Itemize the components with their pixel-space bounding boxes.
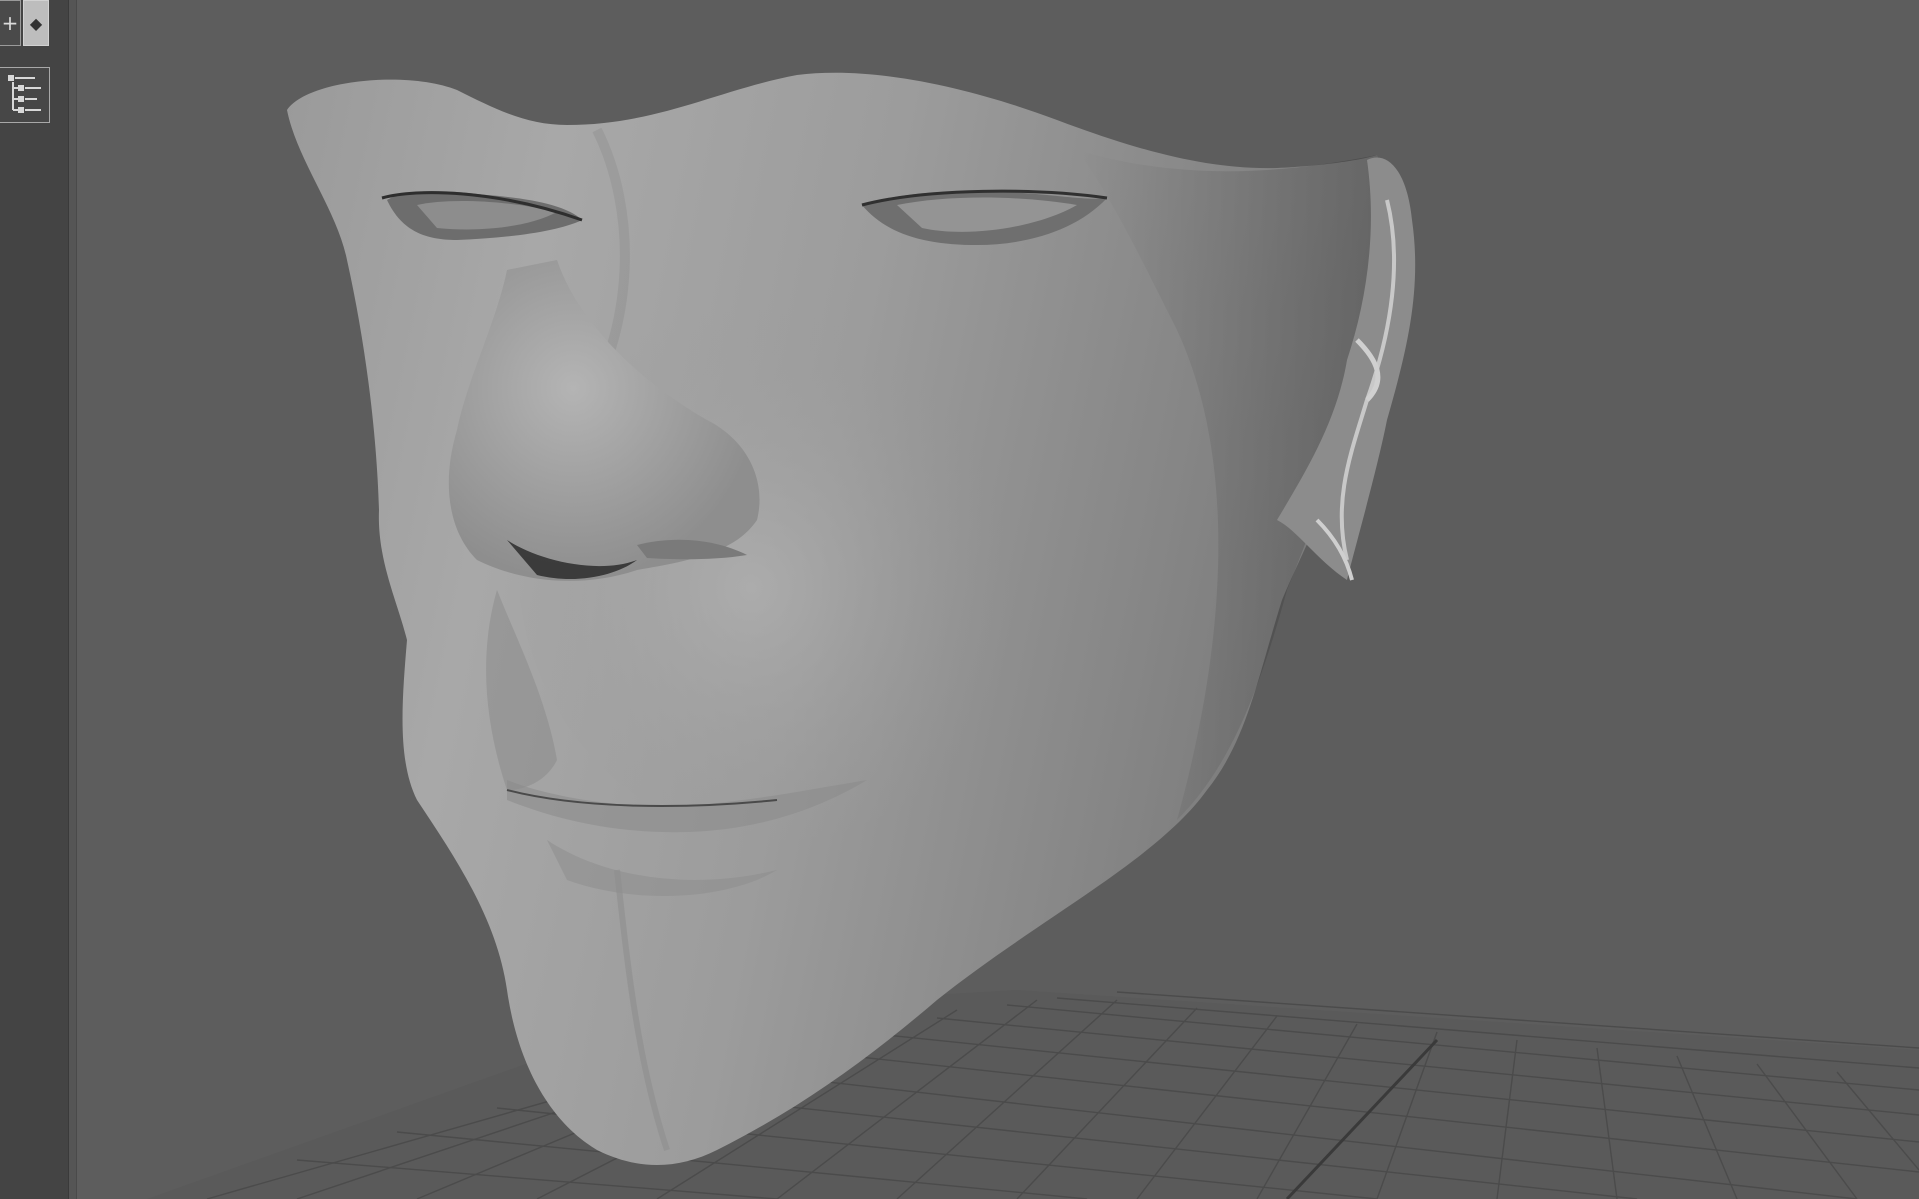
app-window: + ◆ — [0, 0, 1919, 1199]
add-button[interactable]: + — [0, 0, 21, 46]
left-tool-shelf: + ◆ — [0, 0, 69, 1199]
diamond-icon: ◆ — [29, 13, 43, 33]
toggle-button[interactable]: ◆ — [23, 0, 49, 46]
plus-icon: + — [1, 11, 19, 35]
shelf-divider[interactable] — [69, 0, 77, 1199]
ground-grid — [147, 990, 1919, 1199]
viewport-3d[interactable] — [77, 0, 1919, 1199]
outliner-button[interactable] — [0, 67, 50, 123]
viewport-scene — [147, 72, 1919, 1199]
outliner-icon — [7, 75, 41, 113]
